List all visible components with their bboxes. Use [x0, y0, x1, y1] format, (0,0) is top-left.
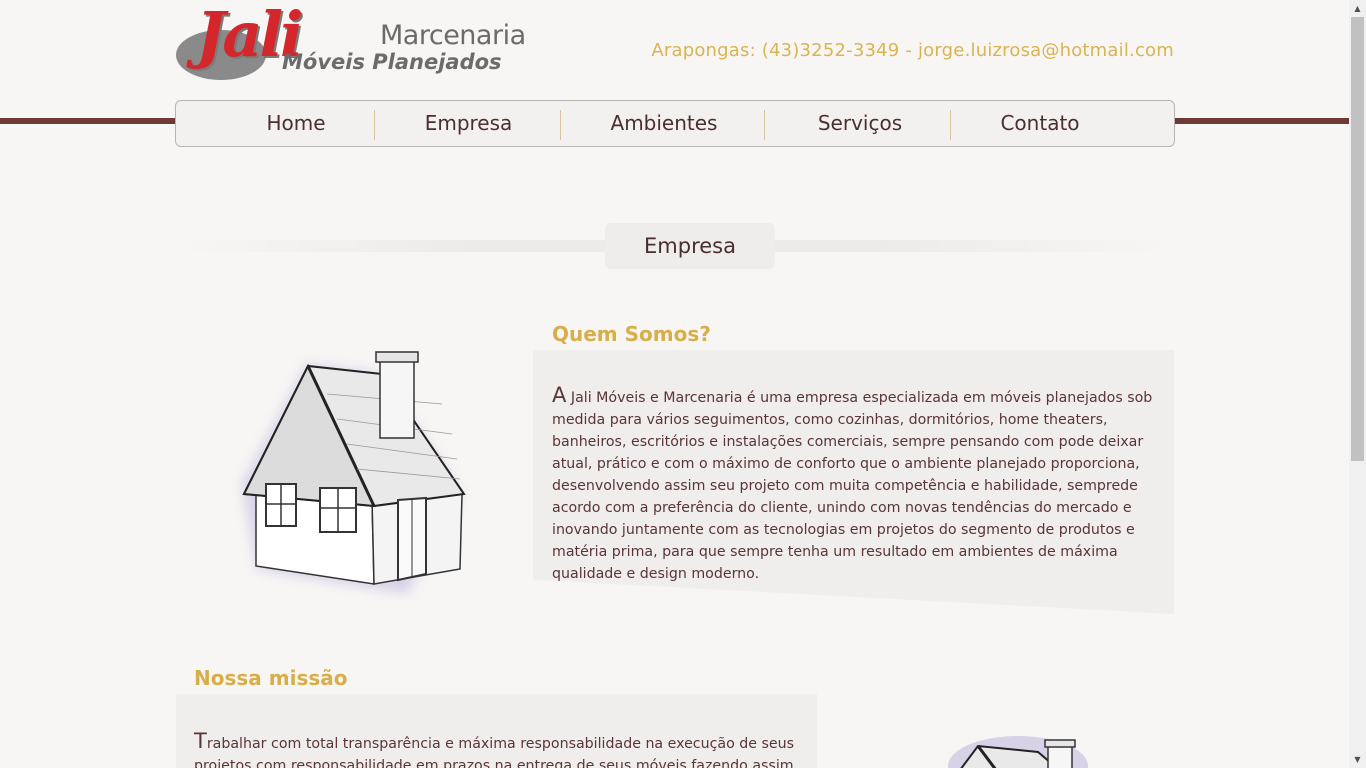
missao-body: rabalhar com total transparência e máxim… — [194, 736, 795, 768]
nav-item-home[interactable]: Home — [206, 101, 386, 146]
nav-separator — [560, 110, 561, 140]
main-nav: Home Empresa Ambientes Serviços Contato — [175, 100, 1175, 147]
arrow-up-icon[interactable]: ▲ — [1349, 0, 1366, 17]
quem-somos-body: Jali Móveis e Marcenaria é uma empresa e… — [552, 390, 1153, 582]
house-sketch-icon — [242, 351, 466, 594]
section-title: Empresa — [605, 223, 775, 269]
logo-line1: Marcenaria — [380, 20, 526, 51]
arrow-down-icon[interactable]: ▼ — [1349, 751, 1366, 768]
nav-item-contato[interactable]: Contato — [954, 101, 1126, 146]
quem-somos-heading: Quem Somos? — [552, 322, 711, 346]
dropcap: A — [552, 383, 567, 407]
contact-info: Arapongas: (43)3252-3349 - jorge.luizros… — [651, 40, 1174, 61]
nav-item-empresa[interactable]: Empresa — [381, 101, 556, 146]
scrollbar[interactable]: ▲ ▼ — [1349, 0, 1366, 768]
page: Jali Marcenaria Móveis Planejados Arapon… — [0, 0, 1349, 768]
quem-somos-text: A Jali Móveis e Marcenaria é uma empresa… — [552, 384, 1158, 585]
dropcap: T — [194, 729, 207, 753]
missao-text: Trabalhar com total transparência e máxi… — [194, 730, 804, 768]
missao-heading: Nossa missão — [194, 666, 348, 690]
nav-separator — [950, 110, 951, 140]
nav-separator — [374, 110, 375, 140]
scrollbar-thumb[interactable] — [1351, 17, 1364, 461]
nav-item-ambientes[interactable]: Ambientes — [568, 101, 760, 146]
site-logo[interactable]: Jali Marcenaria Móveis Planejados — [176, 0, 536, 84]
house-sketch-icon — [948, 736, 1088, 768]
nav-item-servicos[interactable]: Serviços — [770, 101, 950, 146]
logo-line2: Móveis Planejados — [282, 50, 502, 74]
nav-separator — [764, 110, 765, 140]
